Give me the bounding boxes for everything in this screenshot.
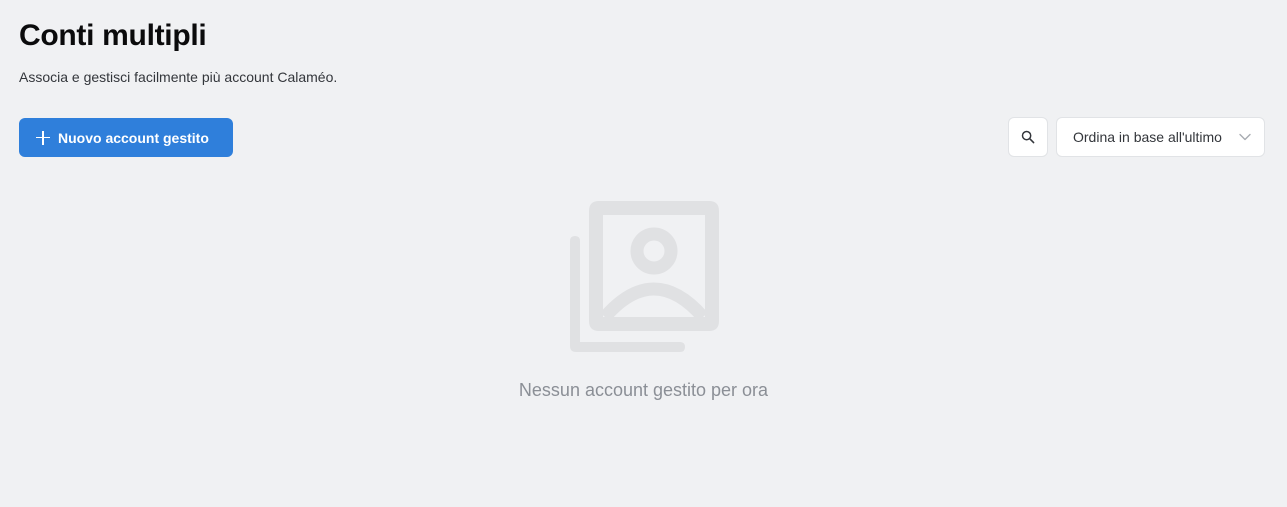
search-icon: [1021, 130, 1035, 144]
empty-state-message: Nessun account gestito per ora: [518, 380, 769, 400]
sort-select-value: Ordina in base all'ultimo: [1073, 129, 1222, 145]
multi-accounts-page: Conti multipli Associa e gestisci facilm…: [0, 0, 1287, 507]
plus-icon: [36, 130, 50, 145]
search-button[interactable]: [1008, 117, 1048, 157]
image-stack-icon: [570, 201, 719, 352]
chevron-down-icon: [1238, 130, 1252, 144]
page-subtitle: Associa e gestisci facilmente più accoun…: [19, 69, 338, 85]
sort-select[interactable]: Ordina in base all'ultimo: [1056, 117, 1265, 157]
new-managed-account-label: Nuovo account gestito: [58, 129, 209, 146]
page-title: Conti multipli: [19, 19, 207, 52]
new-managed-account-button[interactable]: Nuovo account gestito: [19, 118, 233, 157]
